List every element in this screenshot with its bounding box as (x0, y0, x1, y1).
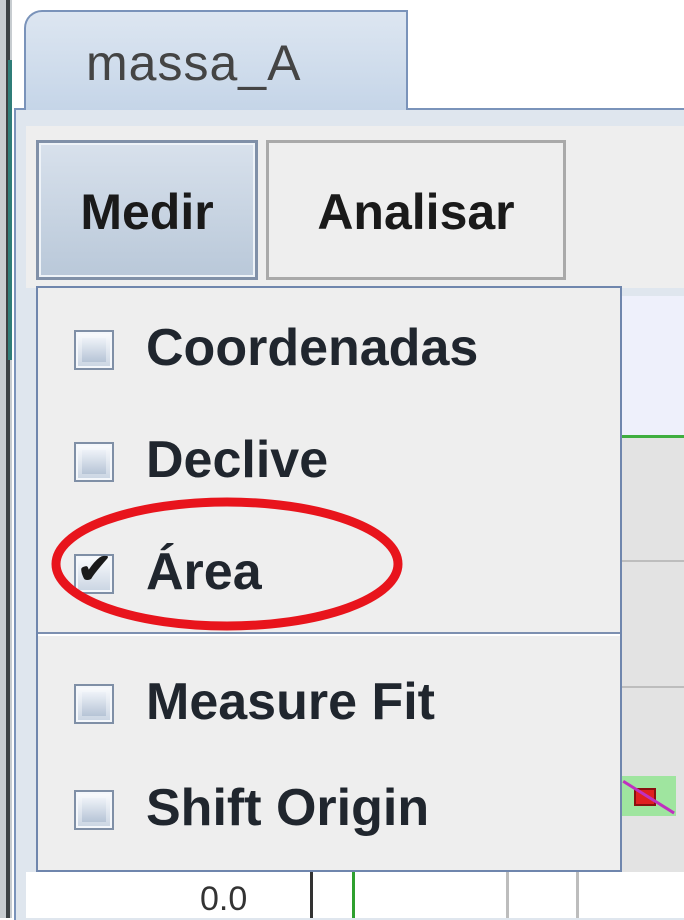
analyze-menu-button[interactable]: Analisar (266, 140, 566, 280)
graph-gridline-vertical (576, 872, 579, 918)
graph-axis-vertical (352, 872, 355, 918)
menu-item-label: Declive (146, 431, 329, 489)
table-value: 0.0 (200, 880, 248, 918)
menu-item-measure-fit[interactable]: Measure Fit (38, 650, 620, 758)
menu-item-shift-origin[interactable]: Shift Origin (38, 756, 620, 864)
checkbox-icon[interactable] (74, 442, 114, 482)
menu-separator-highlight (38, 634, 620, 636)
checkbox-icon[interactable] (74, 684, 114, 724)
menu-item-area[interactable]: ✔ Área (38, 520, 620, 628)
graph-gridline-vertical (506, 872, 509, 918)
measure-menu-button[interactable]: Medir (36, 140, 258, 280)
checkmark-icon: ✔ (77, 545, 113, 592)
measure-dropdown-menu: Coordenadas Declive ✔ Área Measure Fit S… (36, 286, 622, 872)
checkbox-icon[interactable] (74, 790, 114, 830)
checkbox-icon[interactable] (74, 330, 114, 370)
menu-item-label: Shift Origin (146, 779, 430, 837)
menu-item-label: Coordenadas (146, 319, 479, 377)
menu-item-label: Área (146, 543, 262, 601)
tab-label: massa_A (86, 35, 302, 91)
table-divider (310, 872, 313, 918)
graph-table-area (26, 872, 684, 918)
menu-item-label: Measure Fit (146, 673, 435, 731)
checkbox-icon[interactable]: ✔ (74, 548, 114, 594)
window-edge-accent (8, 60, 12, 360)
tab-massa-a[interactable]: massa_A (24, 10, 408, 110)
menu-item-slope[interactable]: Declive (38, 408, 620, 516)
menu-item-coordinates[interactable]: Coordenadas (38, 296, 620, 404)
